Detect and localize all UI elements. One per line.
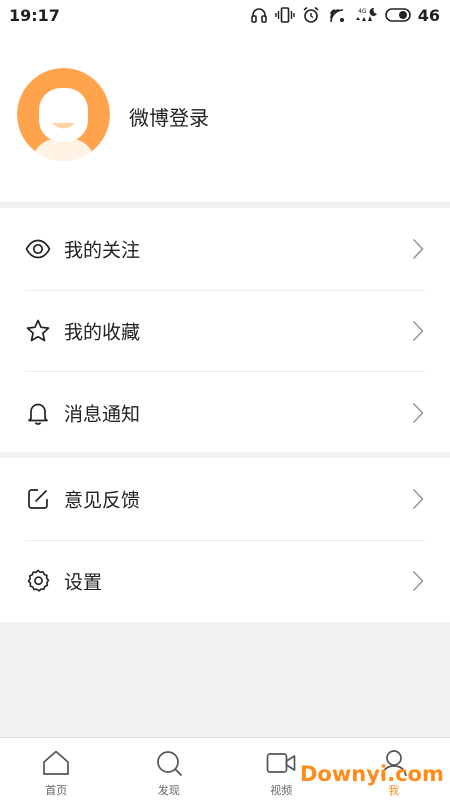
status-time: 19:17: [9, 5, 60, 25]
tab-label: 首页: [45, 784, 68, 797]
chevron-right-icon: [412, 402, 424, 424]
battery-level: 46: [417, 5, 440, 25]
bell-icon: [25, 400, 51, 426]
video-icon: [266, 748, 296, 778]
tab-discover[interactable]: 发现: [113, 738, 226, 800]
menu-item-settings[interactable]: 设置: [0, 540, 450, 622]
menu-item-favorites[interactable]: 我的收藏: [0, 290, 450, 372]
headphones-icon: [250, 6, 268, 24]
signal-icon: 4G: [354, 6, 378, 24]
menu-item-label: 意见反馈: [64, 489, 141, 512]
status-icons: 4G 46: [250, 6, 440, 25]
menu-item-feedback[interactable]: 意见反馈: [0, 458, 450, 540]
edit-icon: [25, 486, 51, 512]
menu-section-primary: 我的关注 我的收藏 消息通知: [0, 208, 450, 452]
menu-item-label: 消息通知: [64, 403, 141, 426]
tab-label: 发现: [157, 784, 180, 797]
star-icon: [25, 318, 51, 344]
chevron-right-icon: [412, 320, 424, 342]
gear-icon: [25, 568, 51, 594]
chevron-right-icon: [412, 488, 424, 510]
search-icon: [154, 748, 184, 778]
avatar[interactable]: [17, 68, 110, 161]
menu-item-label: 设置: [64, 571, 103, 594]
menu-item-label: 我的收藏: [64, 321, 141, 344]
vibrate-icon: [275, 6, 295, 24]
tab-label: 视频: [270, 784, 293, 797]
menu-item-label: 我的关注: [64, 239, 141, 262]
chevron-right-icon: [412, 238, 424, 260]
menu-item-notifications[interactable]: 消息通知: [0, 372, 450, 454]
watermark-logo: Downyi.com: [300, 762, 444, 786]
battery-icon: [384, 8, 411, 22]
chevron-right-icon: [412, 570, 424, 592]
menu-section-secondary: 意见反馈 设置: [0, 458, 450, 622]
status-bar: 19:17 4G 46: [0, 0, 450, 30]
menu-item-following[interactable]: 我的关注: [0, 208, 450, 290]
profile-header[interactable]: 微博登录: [0, 30, 450, 202]
svg-text:4G: 4G: [358, 8, 367, 15]
alarm-icon: [302, 6, 320, 24]
home-icon: [41, 748, 71, 778]
wifi-icon: [327, 6, 347, 24]
eye-icon: [25, 236, 51, 262]
tab-home[interactable]: 首页: [0, 738, 113, 800]
weibo-login-link[interactable]: 微博登录: [129, 102, 209, 131]
